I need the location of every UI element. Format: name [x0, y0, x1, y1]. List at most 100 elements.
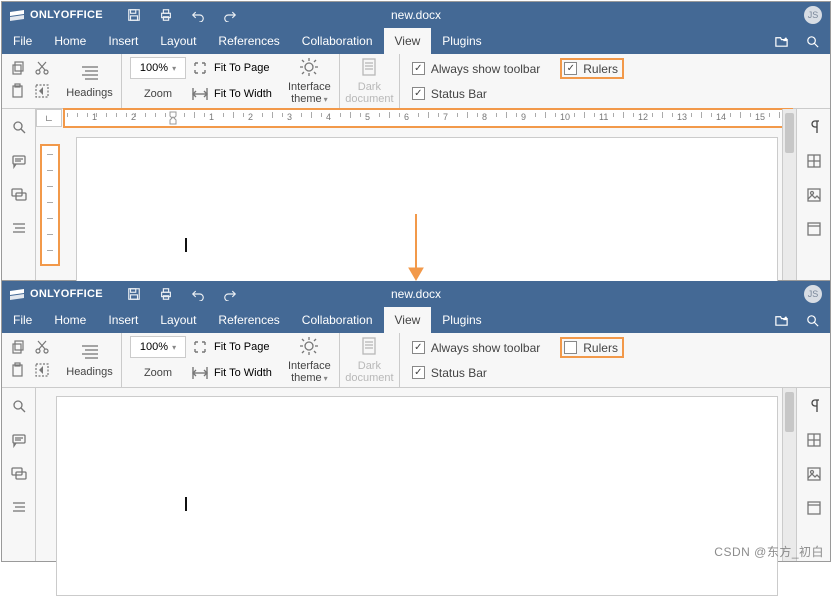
print-icon[interactable] — [159, 287, 173, 301]
copy-icon[interactable] — [10, 60, 26, 76]
image-panel-icon[interactable] — [806, 187, 822, 203]
document-title: new.docx — [391, 287, 441, 301]
rulers-label: Rulers — [583, 341, 618, 355]
iface-theme-l1: Interface — [288, 360, 331, 372]
headings-icon[interactable] — [80, 342, 100, 362]
iface-theme-l2: theme — [291, 372, 322, 384]
always-toolbar-label: Always show toolbar — [431, 62, 540, 76]
headings-pane-icon[interactable] — [11, 500, 27, 516]
open-location-icon[interactable] — [774, 34, 789, 49]
copy-icon[interactable] — [10, 339, 26, 355]
zoom-combo[interactable]: 100%▾ — [130, 336, 186, 358]
chat-icon[interactable] — [11, 466, 27, 482]
menu-references[interactable]: References — [207, 28, 290, 54]
header-panel-icon[interactable] — [806, 221, 822, 237]
check-icon: ✓ — [412, 62, 425, 75]
menu-layout[interactable]: Layout — [149, 28, 207, 54]
app-logo: ONLYOFFICE — [2, 9, 103, 21]
interface-theme-icon[interactable] — [299, 57, 319, 77]
undo-icon[interactable] — [191, 287, 205, 301]
chat-icon[interactable] — [11, 187, 27, 203]
select-all-icon[interactable] — [34, 83, 50, 99]
menu-home[interactable]: Home — [43, 307, 97, 333]
paragraph-icon[interactable] — [806, 119, 822, 135]
search-icon[interactable] — [11, 119, 27, 135]
document-page[interactable] — [56, 396, 778, 596]
scroll-thumb[interactable] — [785, 113, 794, 153]
save-icon[interactable] — [127, 8, 141, 22]
redo-icon[interactable] — [223, 8, 237, 22]
paste-icon[interactable] — [10, 362, 26, 378]
header-panel-icon[interactable] — [806, 500, 822, 516]
user-avatar[interactable]: JS — [804, 285, 822, 303]
rulers-checkbox[interactable]: ✓Rulers — [560, 58, 624, 79]
menu-home[interactable]: Home — [43, 28, 97, 54]
menu-file[interactable]: File — [2, 28, 43, 54]
vertical-ruler[interactable] — [41, 145, 59, 265]
select-all-icon[interactable] — [34, 362, 50, 378]
image-panel-icon[interactable] — [806, 466, 822, 482]
zoom-value: 100% — [140, 62, 168, 74]
scroll-thumb[interactable] — [785, 392, 794, 432]
always-show-toolbar-checkbox[interactable]: ✓ Always show toolbar — [412, 58, 540, 79]
ruler-corner[interactable]: ∟ — [36, 109, 62, 127]
horizontal-ruler[interactable]: 2112345678910111213141516 — [64, 109, 792, 127]
zoom-combo[interactable]: 100% ▾ — [130, 57, 186, 79]
menu-insert[interactable]: Insert — [97, 28, 149, 54]
checkbox-empty-icon — [564, 341, 577, 354]
dark-doc-l1: Dark — [358, 360, 381, 372]
search-icon[interactable] — [11, 398, 27, 414]
status-bar-checkbox[interactable]: ✓Status Bar — [412, 83, 540, 104]
paste-icon[interactable] — [10, 83, 26, 99]
chevron-down-icon: ▾ — [172, 64, 176, 73]
table-panel-icon[interactable] — [806, 153, 822, 169]
iface-theme-l1: Interface — [288, 81, 331, 93]
undo-icon[interactable] — [191, 8, 205, 22]
fit-to-width-button[interactable]: Fit To Width — [192, 362, 272, 384]
vertical-scrollbar[interactable] — [782, 388, 796, 561]
fit-to-page-button[interactable]: Fit To Page — [192, 336, 269, 358]
always-show-toolbar-checkbox[interactable]: ✓Always show toolbar — [412, 337, 540, 358]
menu-view[interactable]: View — [384, 307, 432, 333]
headings-pane-icon[interactable] — [11, 221, 27, 237]
menu-collaboration[interactable]: Collaboration — [291, 307, 384, 333]
cut-icon[interactable] — [34, 339, 50, 355]
status-bar-label: Status Bar — [431, 366, 487, 380]
search-icon[interactable] — [805, 34, 820, 49]
document-title: new.docx — [391, 8, 441, 22]
menu-plugins[interactable]: Plugins — [431, 307, 492, 333]
menu-view[interactable]: View — [384, 28, 432, 54]
fit-to-page-button[interactable]: Fit To Page — [192, 57, 269, 79]
zoom-label: Zoom — [130, 367, 186, 379]
headings-icon[interactable] — [80, 63, 100, 83]
check-icon: ✓ — [412, 87, 425, 100]
dark-doc-l2: document — [345, 372, 393, 384]
menu-layout[interactable]: Layout — [149, 307, 207, 333]
rulers-label: Rulers — [583, 62, 618, 76]
comments-icon[interactable] — [11, 432, 27, 448]
interface-theme-icon[interactable] — [299, 336, 319, 356]
menu-file[interactable]: File — [2, 307, 43, 333]
chevron-down-icon: ▾ — [172, 343, 176, 352]
redo-icon[interactable] — [223, 287, 237, 301]
menu-plugins[interactable]: Plugins — [431, 28, 492, 54]
dark-document-icon — [359, 336, 379, 356]
vertical-scrollbar[interactable] — [782, 109, 796, 280]
print-icon[interactable] — [159, 8, 173, 22]
menu-insert[interactable]: Insert — [97, 307, 149, 333]
comments-icon[interactable] — [11, 153, 27, 169]
search-icon[interactable] — [805, 313, 820, 328]
cut-icon[interactable] — [34, 60, 50, 76]
save-icon[interactable] — [127, 287, 141, 301]
menu-collaboration[interactable]: Collaboration — [291, 28, 384, 54]
status-bar-checkbox[interactable]: ✓Status Bar — [412, 362, 540, 383]
open-location-icon[interactable] — [774, 313, 789, 328]
fit-width-label: Fit To Width — [214, 367, 272, 379]
user-avatar[interactable]: JS — [804, 6, 822, 24]
menu-references[interactable]: References — [207, 307, 290, 333]
paragraph-icon[interactable] — [806, 398, 822, 414]
dark-doc-l1: Dark — [358, 81, 381, 93]
rulers-checkbox[interactable]: Rulers — [560, 337, 624, 358]
fit-to-width-button[interactable]: Fit To Width — [192, 83, 272, 105]
table-panel-icon[interactable] — [806, 432, 822, 448]
